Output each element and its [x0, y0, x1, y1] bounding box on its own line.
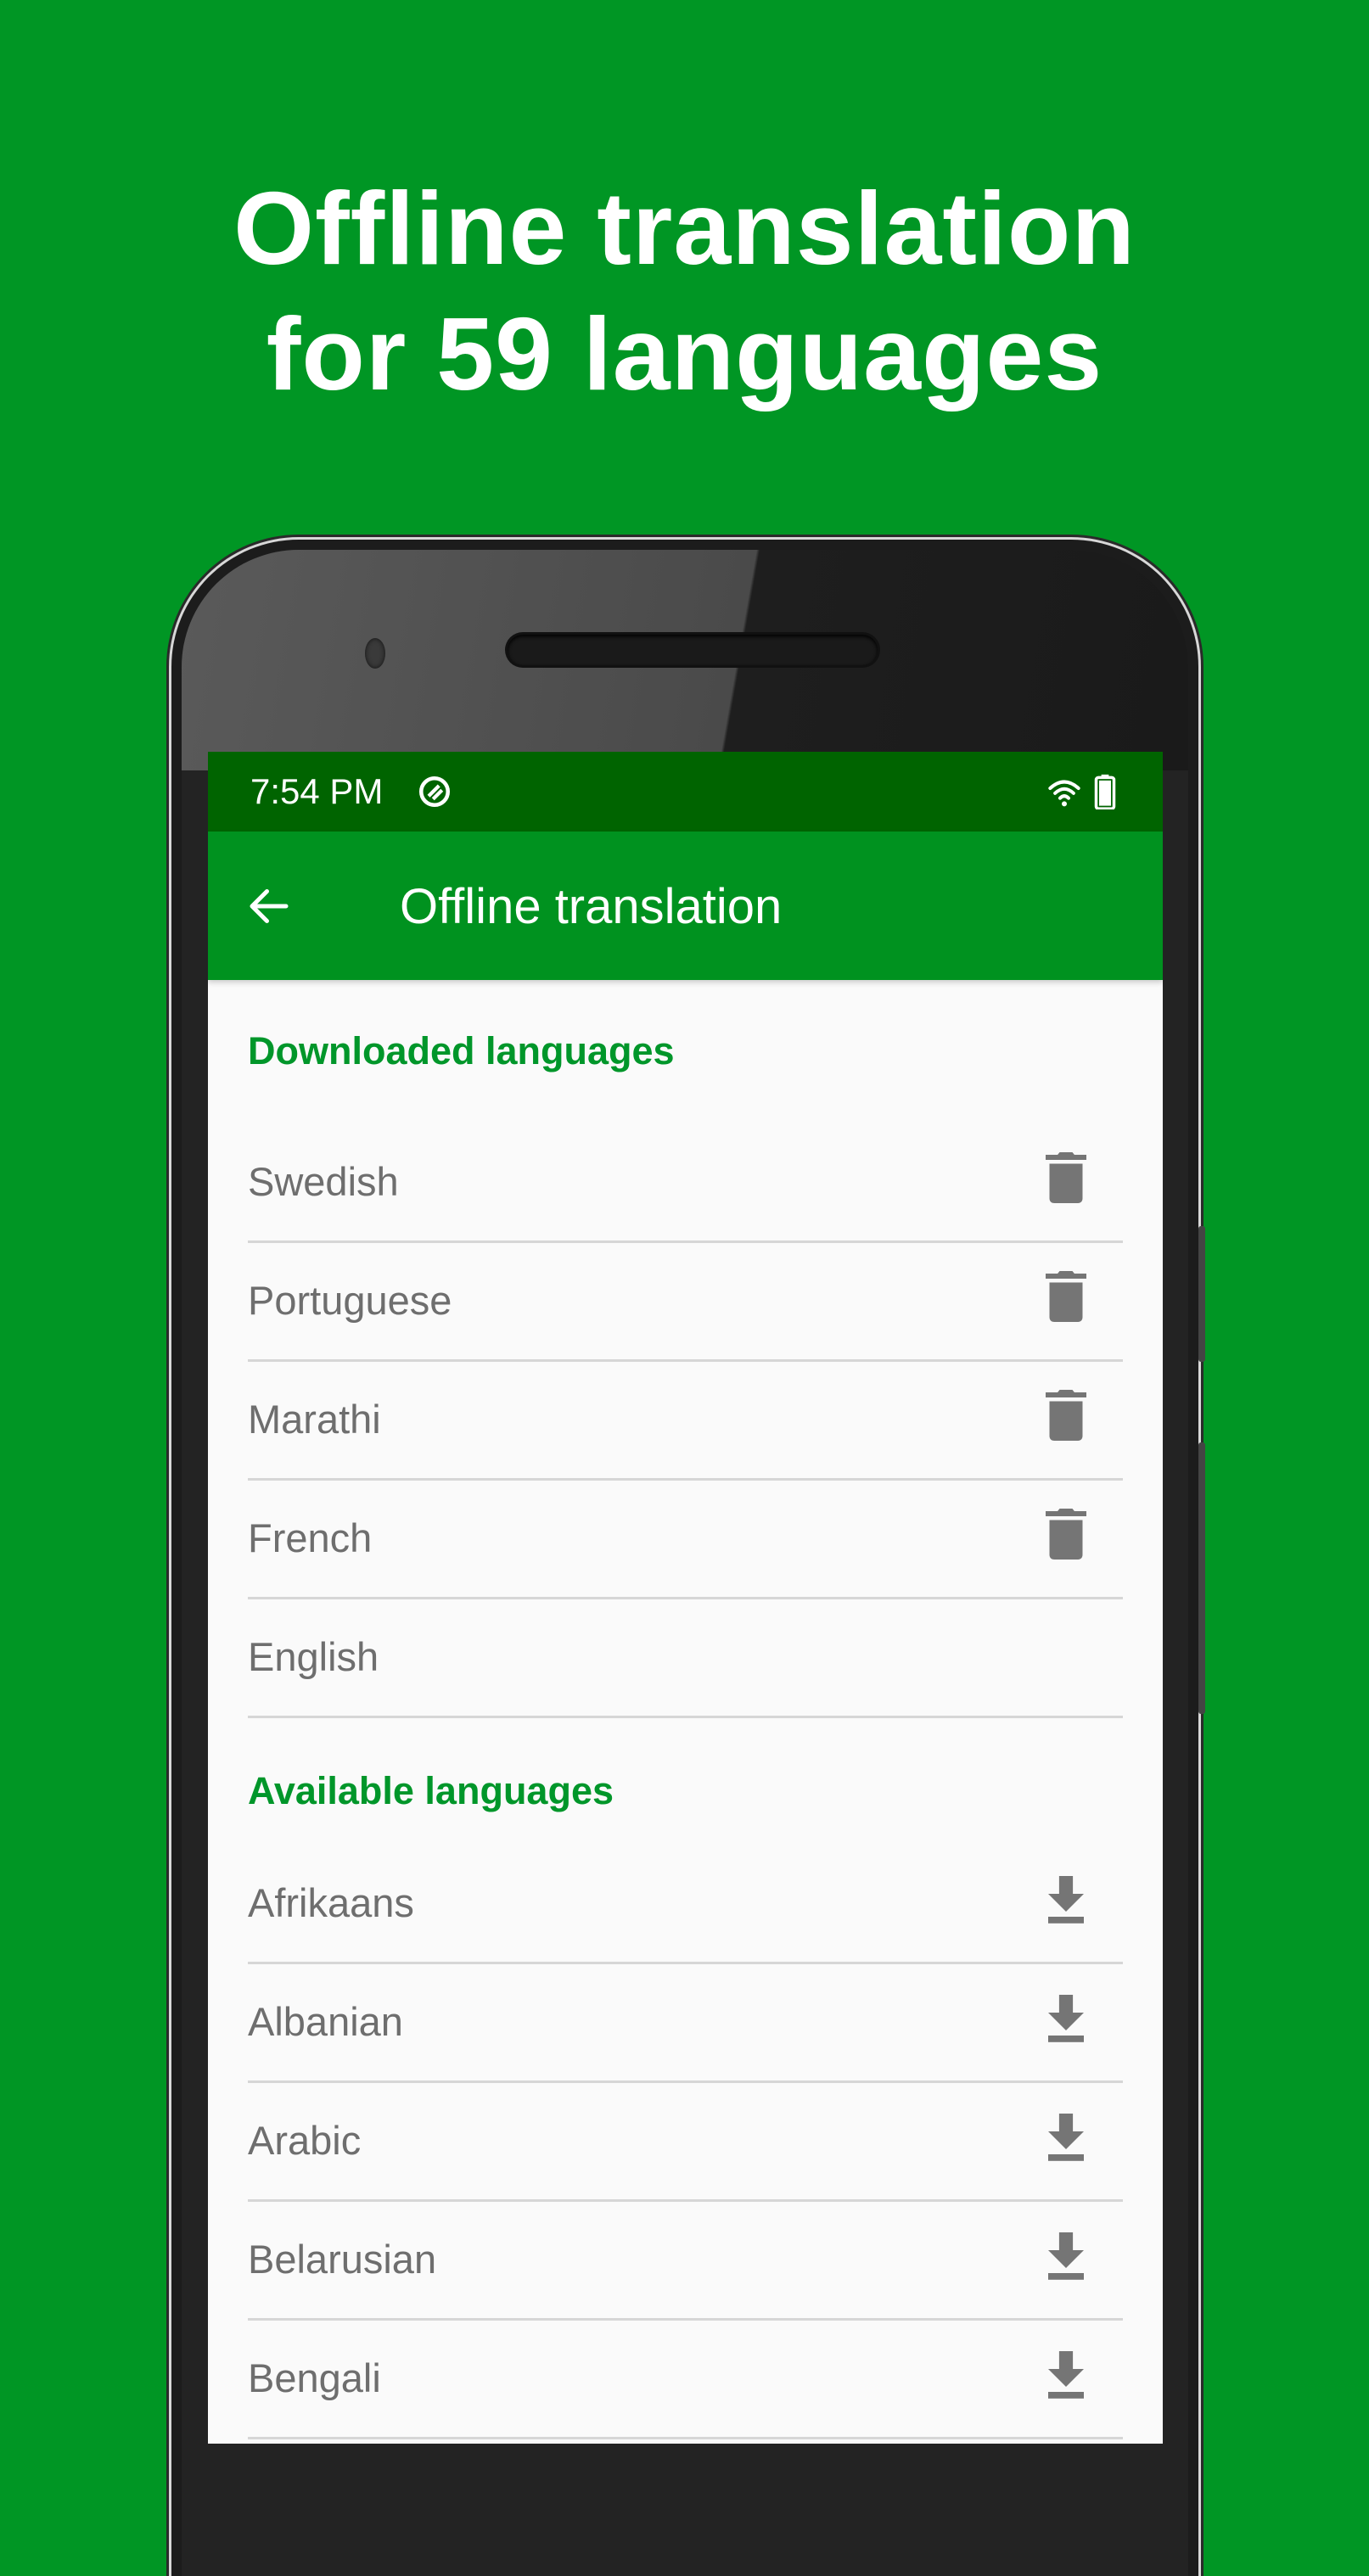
language-row[interactable]: Bengali	[248, 2321, 1123, 2439]
language-name: Marathi	[248, 1397, 381, 1442]
app-screen: 7:54 PM Offline translation Downloaded l…	[208, 752, 1163, 2444]
app-bar: Offline translation	[208, 832, 1163, 980]
battery-icon	[1094, 774, 1116, 809]
language-row[interactable]: French	[248, 1481, 1123, 1599]
language-row[interactable]: Arabic	[248, 2083, 1123, 2202]
language-name: Belarusian	[248, 2237, 437, 2282]
delete-icon[interactable]	[1043, 1150, 1089, 1206]
language-row[interactable]: Belarusian	[248, 2202, 1123, 2321]
language-row[interactable]: Afrikaans	[248, 1845, 1123, 1964]
language-row[interactable]: Portuguese	[248, 1243, 1123, 1362]
vpn-icon	[418, 776, 451, 808]
delete-icon[interactable]	[1043, 1387, 1089, 1443]
language-list: Downloaded languages Swedish Portuguese Ma…	[208, 980, 1163, 2439]
language-row[interactable]: Marathi	[248, 1362, 1123, 1481]
download-icon[interactable]	[1043, 1871, 1089, 1927]
language-row[interactable]: Albanian	[248, 1964, 1123, 2083]
language-name: Swedish	[248, 1159, 399, 1204]
language-name: English	[248, 1634, 379, 1679]
wifi-icon	[1048, 780, 1080, 807]
headline-line-1: Offline translation	[233, 171, 1136, 286]
download-icon[interactable]	[1043, 2227, 1089, 2283]
front-camera-icon	[365, 638, 385, 669]
language-row[interactable]: Swedish	[248, 1124, 1123, 1243]
language-name: French	[248, 1515, 373, 1560]
language-name: Albanian	[248, 1999, 403, 2044]
back-arrow-icon[interactable]	[244, 881, 295, 932]
delete-icon[interactable]	[1043, 1268, 1089, 1324]
language-row[interactable]: English	[248, 1599, 1123, 1718]
section-header-downloaded: Downloaded languages	[248, 1029, 675, 1072]
phone-side-button-volume	[1198, 1442, 1205, 1714]
earpiece-speaker	[508, 635, 878, 665]
app-bar-title: Offline translation	[400, 879, 783, 934]
promo-headline: Offline translation for 59 languages	[0, 165, 1369, 417]
language-name: Afrikaans	[248, 1880, 414, 1925]
delete-icon[interactable]	[1043, 1506, 1089, 1562]
phone-side-button-power	[1198, 1226, 1205, 1362]
language-name: Bengali	[248, 2355, 381, 2400]
download-icon[interactable]	[1043, 1990, 1089, 2046]
section-header-available: Available languages	[248, 1769, 614, 1812]
language-name: Portuguese	[248, 1278, 452, 1323]
status-bar: 7:54 PM	[208, 752, 1163, 832]
status-time: 7:54 PM	[250, 771, 384, 811]
language-name: Arabic	[248, 2118, 362, 2163]
download-icon[interactable]	[1043, 2346, 1089, 2402]
download-icon[interactable]	[1043, 2108, 1089, 2164]
headline-line-2: for 59 languages	[266, 296, 1103, 412]
